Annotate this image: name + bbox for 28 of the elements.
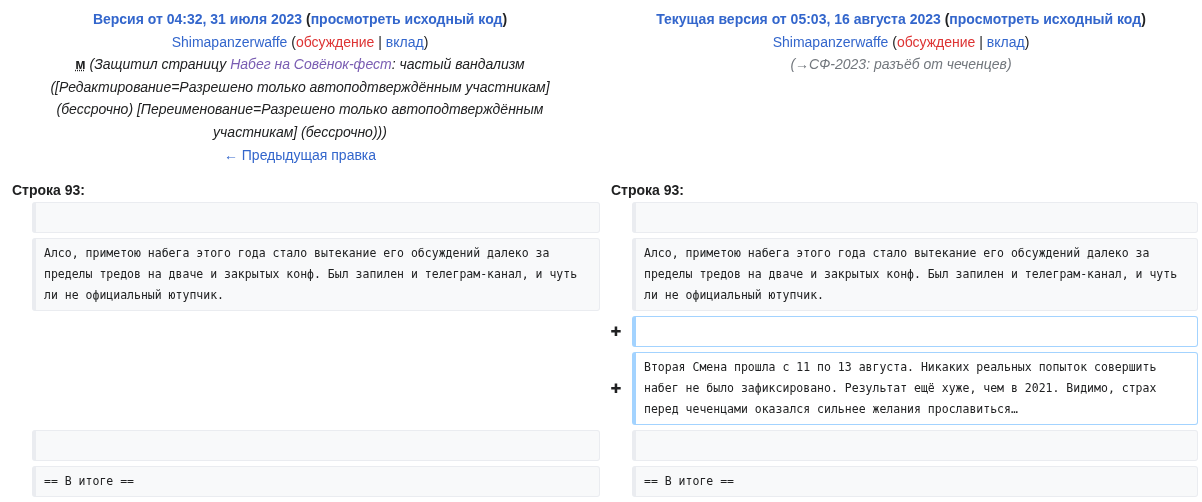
view-source-link[interactable]: просмотреть исходный код (949, 11, 1142, 27)
view-source-link[interactable]: просмотреть исходный код (310, 11, 503, 27)
edit-summary: (→СФ-2023: разъёб от чеченцев) (790, 56, 1012, 73)
revision-title-link[interactable]: Текущая версия от 05:03, 16 августа 2023 (656, 11, 941, 27)
parenthesis-text: ) (1141, 11, 1146, 27)
line-number-label: Строка 93: (12, 182, 85, 198)
parenthesis-text: ) (1024, 33, 1030, 50)
parenthesis-text: ) (502, 11, 508, 27)
page-link[interactable]: Набег на Совёнок-фест (230, 56, 392, 73)
added-line-marker: ✚ (610, 322, 622, 341)
talk-link[interactable]: обсуждение (295, 33, 375, 50)
user-link[interactable]: Shimapanzerwaffe (772, 33, 889, 50)
separator-text: | (979, 33, 983, 50)
added-line-marker: ✚ (610, 379, 622, 398)
talk-link[interactable]: обсуждение (896, 33, 976, 50)
parenthesis-text: ( (944, 11, 950, 27)
parenthesis-text: ( (306, 11, 311, 27)
revision-title-link[interactable]: Версия от 04:32, 31 июля 2023 (92, 11, 303, 27)
line-number-label: Строка 93: (611, 182, 684, 198)
parenthesis-text: ( (291, 33, 296, 50)
user-link[interactable]: Shimapanzerwaffe (171, 33, 288, 50)
previous-edit-link[interactable]: ← Предыдущая правка (223, 146, 377, 163)
parenthesis-text: ( (892, 33, 897, 50)
parenthesis-text: ) (423, 33, 429, 50)
contribs-link[interactable]: вклад (986, 33, 1025, 50)
edit-summary: м (Защитил страницу Набег на Совёнок-фест: частый вандализм ([Редактирование=Разрешено только автоподтверждённым участникам] (бессрочно) [Переименование=Разрешено только автоподтверждённым участникам] (бессрочно))) (49, 55, 551, 142)
contribs-link[interactable]: вклад (385, 33, 424, 50)
separator-text: | (378, 33, 382, 50)
